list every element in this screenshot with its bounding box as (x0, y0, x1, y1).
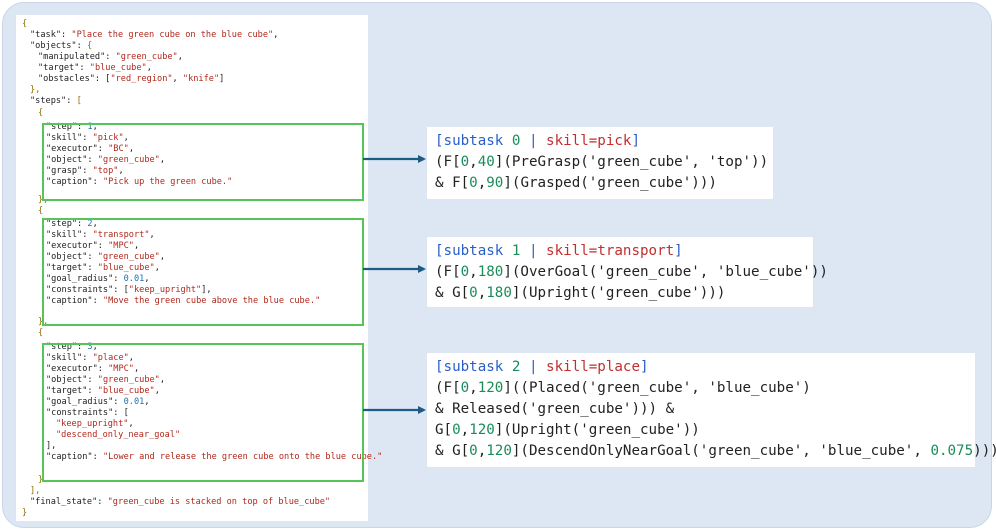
subtask-card-0: [subtask 0 | skill=pick] (F[0,40](PreGra… (427, 127, 773, 199)
formula-line: (F[0,120]((Placed('green_cube', 'blue_cu… (435, 380, 811, 396)
subtask-card-1: [subtask 1 | skill=transport] (F[0,180](… (427, 237, 828, 307)
formula-line: G[0,120](Upright('green_cube')) (435, 422, 700, 438)
subtask-header: [subtask 1 | skill=transport] (435, 243, 683, 259)
subtask-card-2: [subtask 2 | skill=place] (F[0,120]((Pla… (427, 353, 996, 467)
formula-line: & G[0,120](DescendOnlyNearGoal('green_cu… (435, 443, 996, 459)
subtask-header: [subtask 0 | skill=pick] (435, 133, 641, 149)
formula-line: & F[0,90](Grasped('green_cube'))) (435, 175, 717, 191)
formula-line: & G[0,180](Upright('green_cube'))) (435, 285, 726, 301)
formula-line: (F[0,180](OverGoal('green_cube', 'blue_c… (435, 264, 828, 280)
formula-line: & Released('green_cube'))) & (435, 401, 675, 417)
diagram-panel: { "task": "Place the green cube on the b… (2, 2, 996, 528)
formula-line: (F[0,40](PreGrasp('green_cube', 'top')) (435, 154, 769, 170)
subtask-header: [subtask 2 | skill=place] (435, 359, 649, 375)
